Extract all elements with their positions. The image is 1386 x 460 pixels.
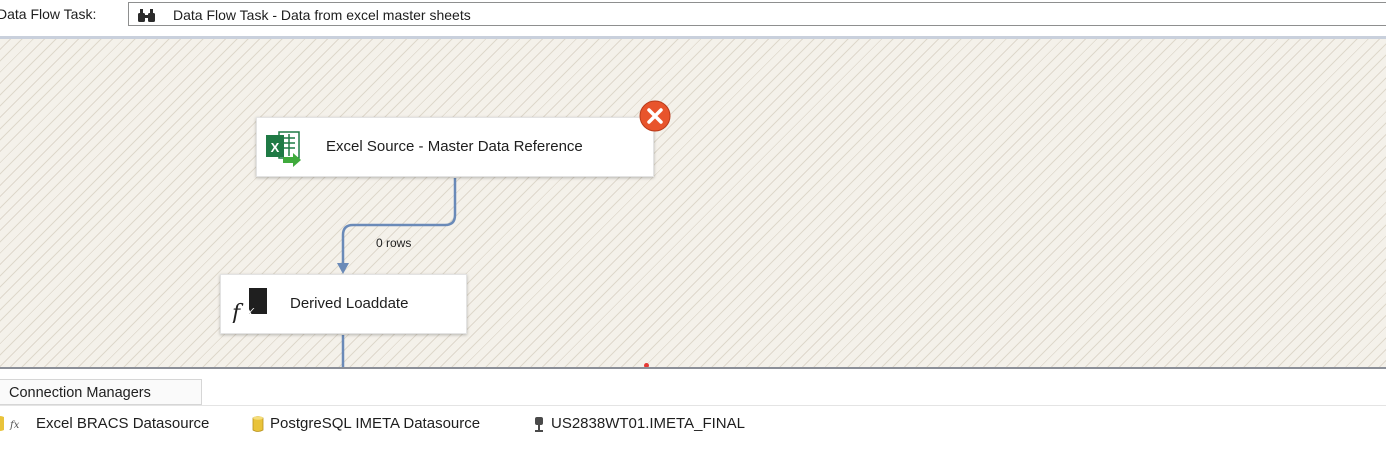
data-path-line[interactable] bbox=[341, 178, 457, 265]
svg-text:X: X bbox=[271, 140, 280, 155]
connection-manager-postgresql-imeta[interactable]: PostgreSQL IMETA Datasource bbox=[252, 415, 480, 435]
database-connection-icon bbox=[252, 416, 264, 432]
oledb-connection-icon bbox=[535, 417, 543, 433]
data-flow-task-icon bbox=[138, 9, 155, 22]
data-flow-task-value: Data Flow Task - Data from excel master … bbox=[173, 7, 471, 23]
excel-source-component[interactable]: X Excel Source - Master Data Reference bbox=[256, 117, 654, 177]
data-flow-paths bbox=[337, 178, 457, 368]
connection-manager-excel-bracs[interactable]: fx Excel BRACS Datasource bbox=[0, 415, 209, 435]
data-flow-task-select[interactable]: Data Flow Task - Data from excel master … bbox=[128, 2, 1386, 26]
derived-column-icon: f x bbox=[231, 288, 267, 323]
toolbar: Data Flow Task: Data Flow Task - Data fr… bbox=[0, 0, 1386, 36]
excel-connection-fx-icon: fx bbox=[0, 416, 20, 432]
tab-connection-managers-label: Connection Managers bbox=[9, 385, 151, 401]
excel-source-icon: X bbox=[266, 131, 301, 167]
connection-manager-label: Excel BRACS Datasource bbox=[36, 415, 210, 432]
connection-managers-divider bbox=[0, 405, 1386, 406]
excel-source-label: Excel Source - Master Data Reference bbox=[326, 138, 583, 155]
svg-text:x: x bbox=[245, 302, 255, 322]
data-path-arrow bbox=[337, 263, 349, 274]
data-path-row-count: 0 rows bbox=[376, 236, 412, 250]
connection-manager-label: US2838WT01.IMETA_FINAL bbox=[551, 415, 745, 432]
derived-column-label: Derived Loaddate bbox=[290, 295, 409, 312]
error-icon[interactable] bbox=[639, 100, 671, 132]
connection-managers-panel: Connection Managers fx Excel BRACS Datas… bbox=[0, 369, 1386, 460]
svg-text:fx: fx bbox=[9, 420, 20, 431]
data-flow-canvas[interactable]: 0 rows X Excel Source - Master Data Refe… bbox=[0, 39, 1386, 368]
connection-manager-us2838wt01[interactable]: US2838WT01.IMETA_FINAL bbox=[533, 415, 745, 435]
data-flow-task-label: Data Flow Task: bbox=[0, 6, 97, 22]
derived-column-component[interactable]: f x Derived Loaddate bbox=[220, 274, 467, 334]
connection-manager-label: PostgreSQL IMETA Datasource bbox=[270, 415, 481, 432]
svg-text:f: f bbox=[231, 301, 244, 323]
tab-connection-managers[interactable]: Connection Managers bbox=[0, 379, 202, 405]
